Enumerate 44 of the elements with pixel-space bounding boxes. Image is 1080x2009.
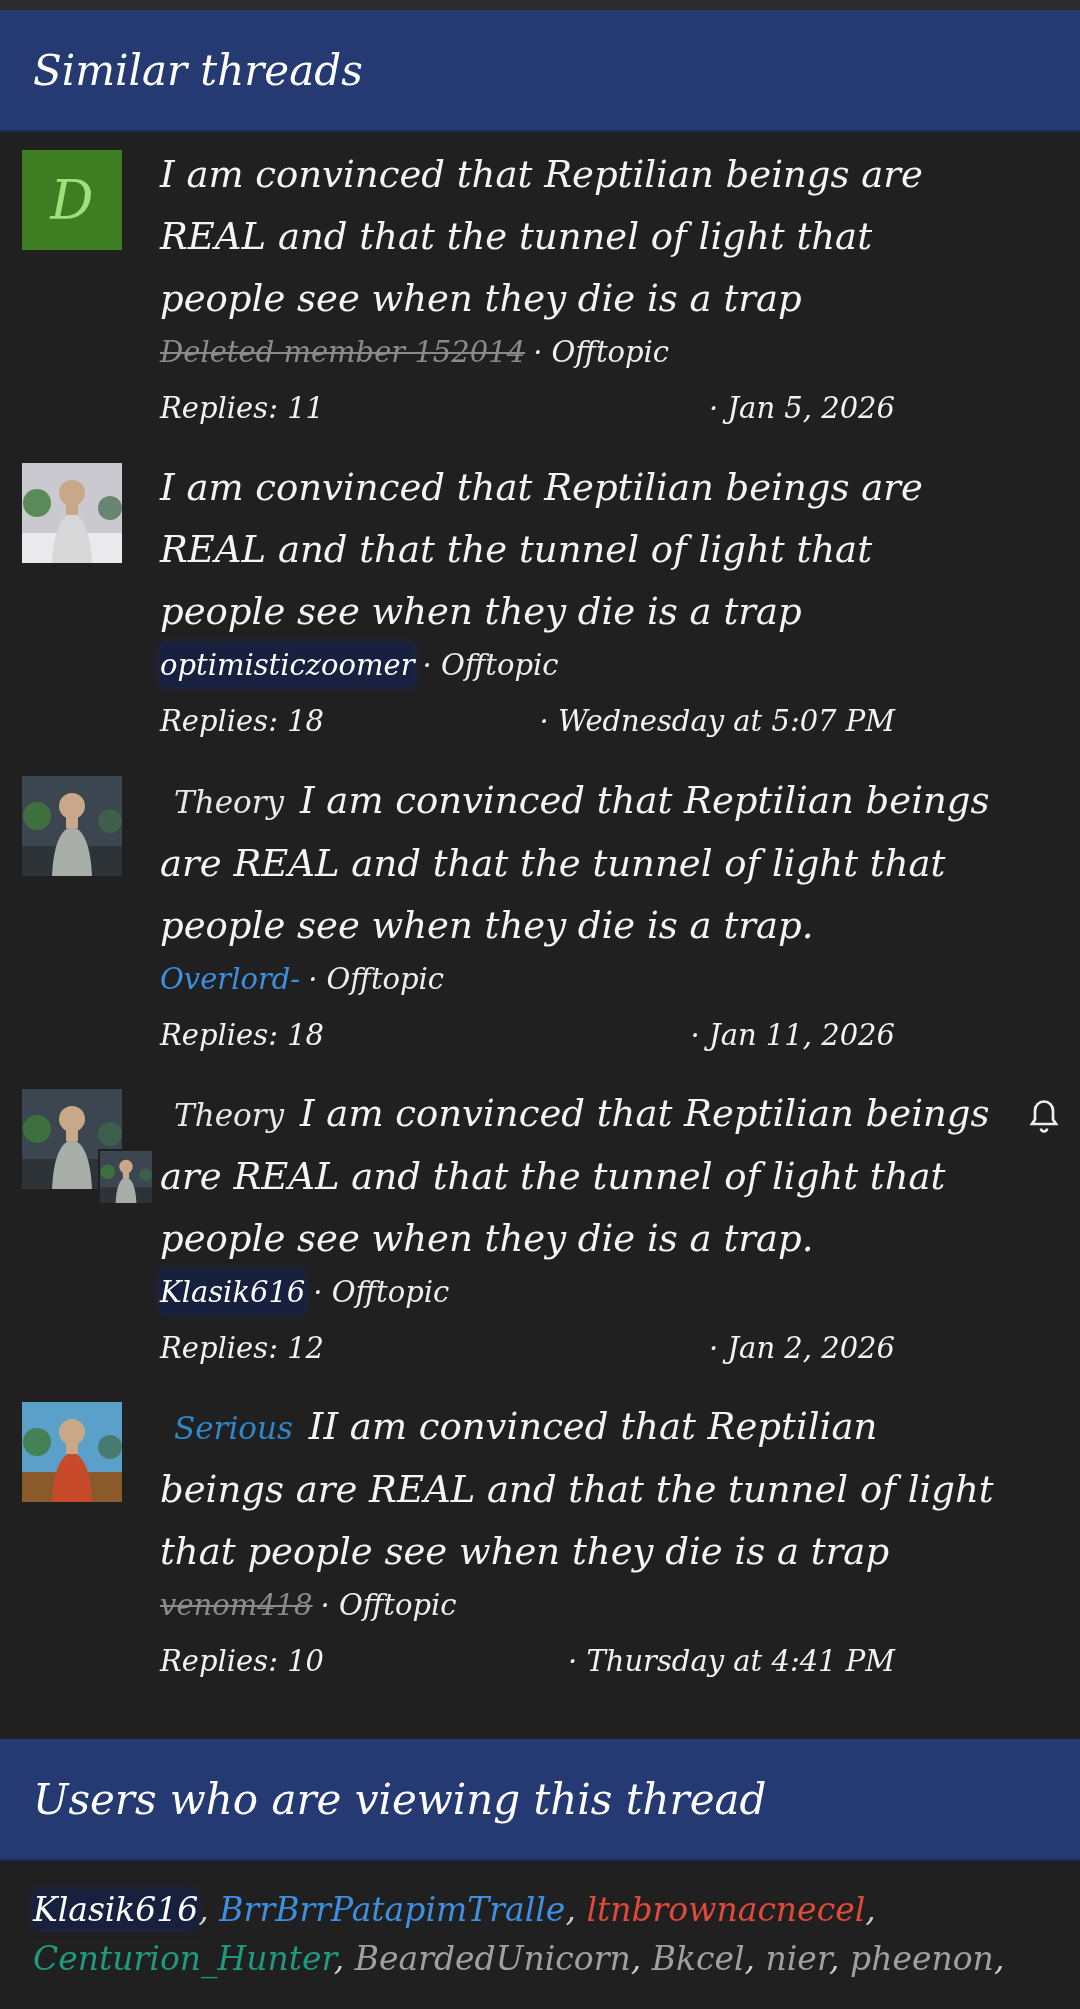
reply-count: Replies: 10 — [160, 1643, 325, 1680]
thread-prefix[interactable]: Theory — [174, 1097, 284, 1133]
comma-separator: , — [565, 1890, 576, 1929]
reply-count: Replies: 18 — [160, 703, 325, 740]
thread-date: · Wednesday at 5:07 PM — [539, 703, 895, 740]
username-link[interactable]: BrrBrrPatapimTralle — [219, 1890, 566, 1929]
thread-date: · Thursday at 4:41 PM — [567, 1643, 895, 1680]
thread-date: · Jan 5, 2026 — [709, 390, 895, 427]
comma-separator: , — [630, 1939, 642, 1978]
forum-link[interactable]: · Offtopic — [320, 1583, 457, 1627]
section-title: Similar threads — [0, 10, 1080, 132]
username-link[interactable]: pheenon — [850, 1939, 994, 1978]
thread-prefix[interactable]: Theory — [174, 784, 284, 820]
thread-title[interactable]: Theory I am convinced that Reptilian beings are REAL and that the tunnel of light that people see when they die is a trap. — [160, 1083, 1062, 1270]
username-link[interactable]: Klasik616 — [33, 1890, 199, 1929]
thread-title[interactable]: I am convinced that Reptilian beings are REAL and that the tunnel of light that people see when they die is a trap — [160, 457, 1062, 643]
comma-separator: , — [744, 1939, 756, 1978]
section-title: Users who are viewing this thread — [0, 1739, 1080, 1861]
username-link[interactable]: ltnbrownacnecel — [586, 1890, 866, 1929]
reply-count: Replies: 18 — [160, 1017, 325, 1054]
reply-count: Replies: 12 — [160, 1330, 325, 1367]
forum-link[interactable]: · Offtopic — [313, 1270, 450, 1314]
username-link[interactable]: Bkcel — [651, 1939, 745, 1978]
username-link[interactable]: BeardedUnicorn — [354, 1939, 631, 1978]
username-link[interactable]: Overlord- — [160, 957, 301, 1001]
username-link[interactable]: optimisticzoomer — [160, 643, 415, 687]
thread-title[interactable]: Serious II am convinced that Reptilian beings are REAL and that the tunnel of light that people see when they die is a trap — [160, 1396, 1062, 1583]
thread-prefix[interactable]: Serious — [174, 1410, 293, 1446]
forum-link[interactable]: · Offtopic — [422, 643, 559, 687]
thread-date: · Jan 2, 2026 — [709, 1330, 895, 1367]
username-link[interactable]: nier — [765, 1939, 830, 1978]
comma-separator: , — [865, 1890, 876, 1929]
reply-count: Replies: 11 — [160, 390, 325, 427]
thread-date: · Jan 11, 2026 — [690, 1017, 895, 1054]
forum-link[interactable]: · Offtopic — [533, 330, 670, 374]
deleted-username[interactable]: venom418 — [160, 1583, 313, 1627]
forum-link[interactable]: · Offtopic — [308, 957, 445, 1001]
username-link[interactable]: Klasik616 — [160, 1270, 306, 1314]
deleted-username[interactable]: Deleted member 152014 — [160, 330, 526, 374]
thread-title[interactable]: Theory I am convinced that Reptilian beings are REAL and that the tunnel of light that people see when they die is a trap. — [160, 770, 1062, 957]
comma-separator: , — [198, 1890, 209, 1929]
comma-separator: , — [993, 1939, 1005, 1978]
username-link[interactable]: Centurion_Hunter — [33, 1939, 334, 1978]
thread-title[interactable]: I am convinced that Reptilian beings are REAL and that the tunnel of light that people see when they die is a trap — [160, 144, 1062, 330]
